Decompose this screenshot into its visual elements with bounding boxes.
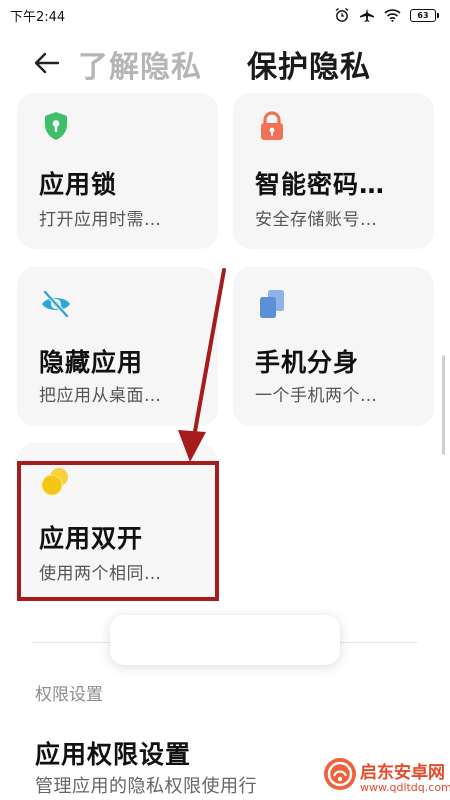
airplane-icon [359, 7, 375, 23]
card-title: 智能密码… [255, 170, 386, 199]
row-app-permissions-title[interactable]: 应用权限设置 [35, 735, 191, 771]
watermark-url: www.qdltdq.com [360, 781, 450, 794]
toast-popup [110, 615, 340, 665]
watermark: 启东安卓网 www.qdltdq.com [322, 752, 450, 800]
card-subtitle: 一个手机两个… [255, 386, 378, 406]
status-bar: 下午2:44 63 [0, 0, 450, 30]
row-app-permissions-subtitle: 管理应用的隐私权限使用行 [35, 776, 257, 797]
eye-off-icon [39, 287, 73, 321]
shield-icon [39, 109, 73, 143]
card-hidden-apps[interactable]: 隐藏应用 把应用从桌面… [17, 267, 218, 426]
section-label-permissions: 权限设置 [35, 685, 103, 705]
status-icons: 63 [334, 7, 439, 23]
watermark-text: 启东安卓网 [360, 763, 445, 783]
back-arrow-icon[interactable] [32, 49, 62, 77]
scrollbar[interactable] [442, 355, 445, 455]
card-title: 手机分身 [255, 348, 360, 377]
card-subtitle: 打开应用时需… [39, 210, 162, 230]
lock-icon [255, 109, 289, 143]
watermark-logo-icon [322, 756, 358, 792]
annotation-highlight-box [17, 461, 219, 601]
battery-icon: 63 [410, 8, 439, 22]
card-second-space[interactable]: 手机分身 一个手机两个… [233, 267, 434, 426]
wifi-icon [384, 8, 401, 22]
card-subtitle: 安全存储账号… [255, 210, 378, 230]
tab-learn-privacy[interactable]: 了解隐私 [78, 42, 202, 86]
card-subtitle: 把应用从桌面… [39, 386, 162, 406]
card-title: 隐藏应用 [39, 348, 144, 377]
card-app-lock[interactable]: 应用锁 打开应用时需… [17, 93, 218, 249]
card-title: 应用锁 [39, 170, 118, 199]
header: 了解隐私 保护隐私 [0, 38, 450, 88]
alarm-icon [334, 7, 350, 23]
battery-level: 63 [417, 10, 429, 20]
tab-protect-privacy[interactable]: 保护隐私 [247, 42, 371, 86]
status-time: 下午2:44 [10, 9, 66, 25]
copy-icon [255, 287, 289, 321]
card-smart-password[interactable]: 智能密码… 安全存储账号… [233, 93, 434, 249]
